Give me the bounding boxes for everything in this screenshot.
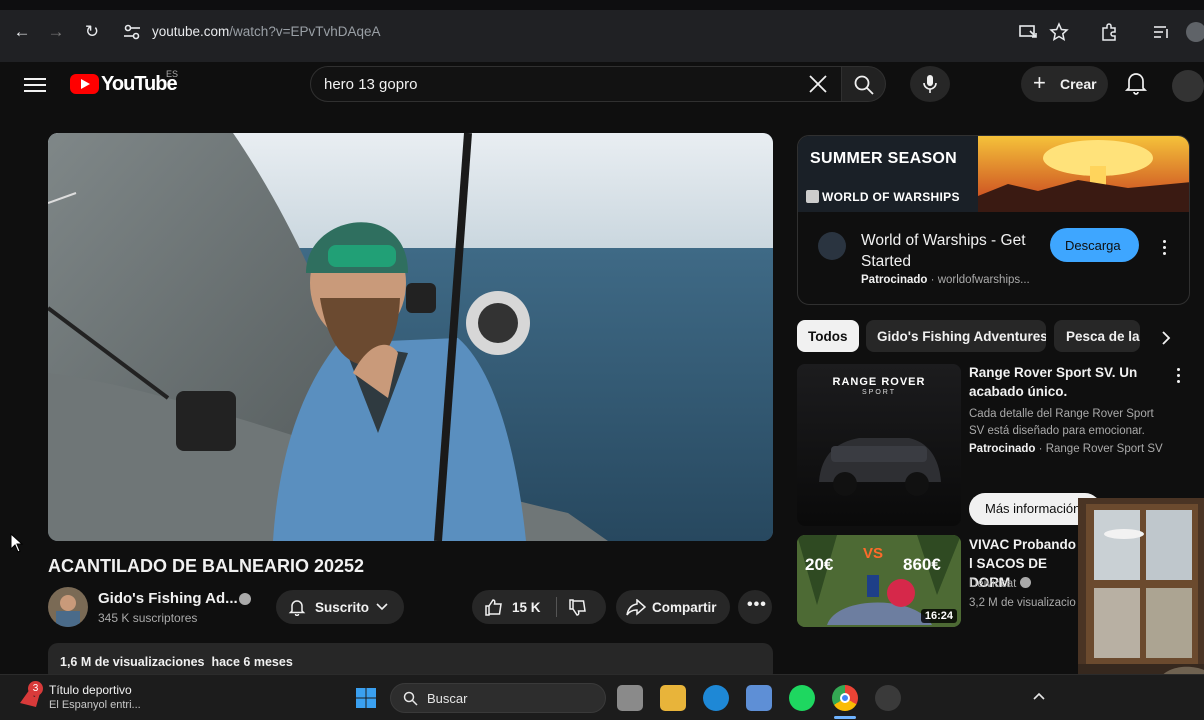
- task-view-icon[interactable]: [617, 685, 643, 711]
- microphone-icon: [923, 75, 937, 93]
- chevron-right-icon[interactable]: [1156, 328, 1176, 348]
- chip-pesca[interactable]: Pesca de la: [1054, 320, 1140, 352]
- youtube-logo[interactable]: YouTube ES: [70, 69, 180, 96]
- sponsored-ad-card[interactable]: SUMMER SEASON WORLD OF WARSHIPS World of…: [797, 135, 1190, 305]
- chevron-down-icon: [376, 603, 388, 611]
- back-arrow-icon[interactable]: ←: [12, 22, 32, 42]
- app-icon[interactable]: [875, 685, 901, 711]
- rec-thumbnail-vivac[interactable]: 20€ VS 860€ 16:24: [797, 535, 961, 627]
- site-settings-icon[interactable]: [122, 23, 142, 41]
- voice-search-button[interactable]: [910, 66, 950, 102]
- create-button[interactable]: + Crear: [1021, 66, 1108, 102]
- news-widget-title[interactable]: Título deportivo: [49, 683, 132, 697]
- reload-icon[interactable]: ↻: [82, 22, 102, 42]
- channel-avatar[interactable]: [48, 587, 88, 627]
- ad-banner[interactable]: SUMMER SEASON WORLD OF WARSHIPS: [798, 136, 1189, 212]
- video-frame: [48, 133, 773, 541]
- chrome-icon[interactable]: [832, 685, 858, 711]
- more-actions-button[interactable]: •••: [738, 590, 772, 624]
- youtube-play-icon: [70, 74, 99, 94]
- share-icon: [626, 599, 646, 616]
- rec-description: Cada detalle del Range Rover Sport SV es…: [969, 408, 1154, 437]
- ad-more-icon[interactable]: [1163, 240, 1167, 258]
- video-title: ACANTILADO DE BALNEARIO 20252: [48, 556, 365, 576]
- search-icon: [854, 75, 874, 95]
- chip-todos[interactable]: Todos: [797, 320, 859, 352]
- ad-banner-art: [978, 136, 1189, 212]
- ad-title[interactable]: World of Warships - Get Started: [861, 230, 1041, 272]
- country-code: ES: [166, 69, 179, 79]
- thumb-vs: VS: [863, 545, 884, 562]
- ad-banner-headline: SUMMER SEASON: [810, 150, 958, 167]
- share-button[interactable]: Compartir: [616, 590, 730, 624]
- warships-logo-icon: [806, 190, 819, 203]
- verified-badge-icon: [1019, 577, 1031, 588]
- notifications-bell-icon[interactable]: [1124, 70, 1148, 96]
- divider: [556, 597, 557, 617]
- verified-badge-icon: [239, 593, 251, 605]
- url-text[interactable]: youtube.com/watch?v=EPvTvhDAqeA: [152, 24, 381, 39]
- ad-meta: Patrocinado · worldofwarships...: [861, 274, 1030, 286]
- ad-download-button[interactable]: Descarga: [1050, 228, 1139, 262]
- dislike-icon[interactable]: [568, 599, 588, 617]
- thumb-price-right: 860€: [903, 555, 941, 574]
- subscribe-button[interactable]: Suscrito: [276, 590, 404, 624]
- advertiser-logo-icon[interactable]: [818, 232, 846, 260]
- rec-thumbnail-range-rover[interactable]: RANGE ROVER SPORT: [797, 364, 961, 526]
- extensions-icon[interactable]: [1099, 22, 1119, 42]
- more-horizontal-icon: •••: [747, 596, 767, 613]
- rec-channel[interactable]: Deividcat: [969, 576, 1031, 593]
- thumb-brand-text: RANGE ROVER: [832, 376, 926, 388]
- address-bar[interactable]: youtube.com/watch?v=EPvTvhDAqeA: [118, 17, 1118, 47]
- bell-icon: [288, 600, 306, 616]
- install-app-icon[interactable]: [1018, 22, 1038, 42]
- browser-toolbar: ← → ↻ youtube.com/watch?v=EPvTvhDAqeA: [0, 0, 1204, 62]
- bookmark-star-icon[interactable]: [1049, 22, 1069, 42]
- view-stats: 1,6 M de visualizaciones hace 6 meses: [60, 655, 293, 669]
- notification-badge: 3: [28, 681, 43, 696]
- search-button[interactable]: [842, 66, 886, 102]
- channel-name[interactable]: Gido's Fishing Ad...: [98, 590, 238, 607]
- profile-avatar[interactable]: [1186, 22, 1204, 42]
- windows-start-icon[interactable]: [355, 687, 377, 709]
- ad-banner-brand: WORLD OF WARSHIPS: [822, 190, 960, 204]
- plus-icon: +: [1033, 70, 1046, 95]
- clear-search-icon[interactable]: [807, 73, 829, 95]
- like-dislike-group: 15 K: [472, 590, 606, 624]
- video-player[interactable]: [48, 133, 773, 541]
- active-app-indicator: [834, 716, 856, 719]
- thumb-sub-text: SPORT: [862, 389, 896, 396]
- windows-taskbar: 3 Título deportivo El Espanyol entri... …: [0, 674, 1204, 720]
- edge-browser-icon[interactable]: [703, 685, 729, 711]
- subscriber-count: 345 K suscriptores: [98, 611, 198, 625]
- like-icon[interactable]: [484, 598, 504, 616]
- create-label: Crear: [1060, 76, 1097, 92]
- spotify-icon[interactable]: [789, 685, 815, 711]
- menu-icon[interactable]: [24, 74, 46, 94]
- search-query: hero 13 gopro: [324, 76, 418, 93]
- forward-arrow-icon[interactable]: →: [46, 22, 66, 42]
- chip-channel[interactable]: Gido's Fishing Adventures: [866, 320, 1046, 352]
- search-input[interactable]: hero 13 gopro: [310, 66, 842, 102]
- chevron-up-icon[interactable]: [1032, 691, 1046, 701]
- video-duration: 16:24: [920, 609, 957, 623]
- tab-strip: [0, 0, 1204, 10]
- news-widget-subtitle[interactable]: El Espanyol entri...: [49, 699, 141, 711]
- rec-sponsored-meta: Patrocinado · Range Rover Sport SV: [969, 443, 1163, 455]
- account-avatar[interactable]: [1172, 70, 1204, 102]
- rec-title-range-rover[interactable]: Range Rover Sport SV. Un acabado único.: [969, 363, 1159, 401]
- share-label: Compartir: [652, 600, 717, 615]
- mouse-cursor-icon: [10, 533, 24, 553]
- rec-more-icon[interactable]: [1177, 368, 1181, 386]
- taskbar-search-input[interactable]: Buscar: [390, 683, 606, 713]
- subscribe-label: Suscrito: [315, 600, 370, 615]
- search-icon: [403, 691, 418, 706]
- microsoft-store-icon[interactable]: [746, 685, 772, 711]
- like-count[interactable]: 15 K: [512, 600, 541, 615]
- thumb-price-left: 20€: [805, 555, 834, 574]
- file-explorer-icon[interactable]: [660, 685, 686, 711]
- media-queue-icon[interactable]: [1151, 22, 1171, 42]
- rec-views: 3,2 M de visualizacio: [969, 597, 1076, 609]
- youtube-header: YouTube ES hero 13 gopro + Crear: [0, 62, 1204, 112]
